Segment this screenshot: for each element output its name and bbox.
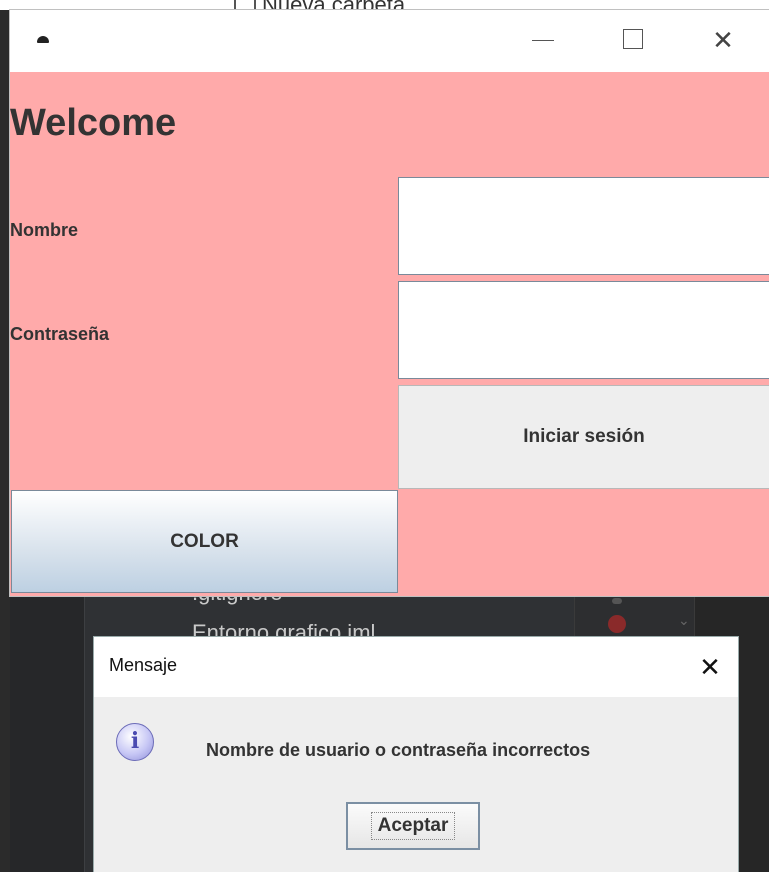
dialog-title-bar: Mensaje ✕	[94, 637, 738, 697]
password-field[interactable]	[398, 281, 769, 379]
login-window: ✕ Welcome Nombre Contraseña Iniciar sesi…	[10, 10, 769, 596]
password-label: Contraseña	[10, 324, 110, 344]
color-button[interactable]: COLOR	[11, 490, 398, 593]
minimize-icon	[532, 40, 554, 41]
login-button[interactable]: Iniciar sesión	[398, 385, 769, 489]
close-button[interactable]: ✕	[700, 20, 746, 60]
dialog-message: Nombre de usuario o contraseña incorrect…	[206, 740, 591, 760]
minimize-button[interactable]	[520, 20, 566, 60]
background-sidebar	[10, 596, 84, 872]
welcome-heading: Welcome	[10, 102, 177, 144]
maximize-button[interactable]	[610, 20, 656, 60]
title-bar: ✕	[10, 10, 769, 72]
dialog-title: Mensaje	[109, 655, 178, 675]
java-app-icon	[37, 36, 49, 43]
maximize-icon	[623, 29, 643, 49]
background-record-icon	[608, 615, 626, 633]
name-label: Nombre	[10, 220, 79, 240]
name-field[interactable]	[398, 177, 769, 275]
ok-button[interactable]: Aceptar	[346, 802, 480, 850]
info-icon: i	[116, 723, 154, 761]
close-icon: ✕	[712, 25, 734, 55]
close-icon: ✕	[699, 652, 721, 682]
ok-button-label: Aceptar	[370, 812, 456, 840]
message-dialog: Mensaje ✕ i Nombre de usuario o contrase…	[94, 637, 738, 872]
chevron-down-icon: ⌄	[678, 612, 690, 628]
background-indicator	[612, 598, 622, 604]
dialog-close-button[interactable]: ✕	[690, 647, 730, 687]
